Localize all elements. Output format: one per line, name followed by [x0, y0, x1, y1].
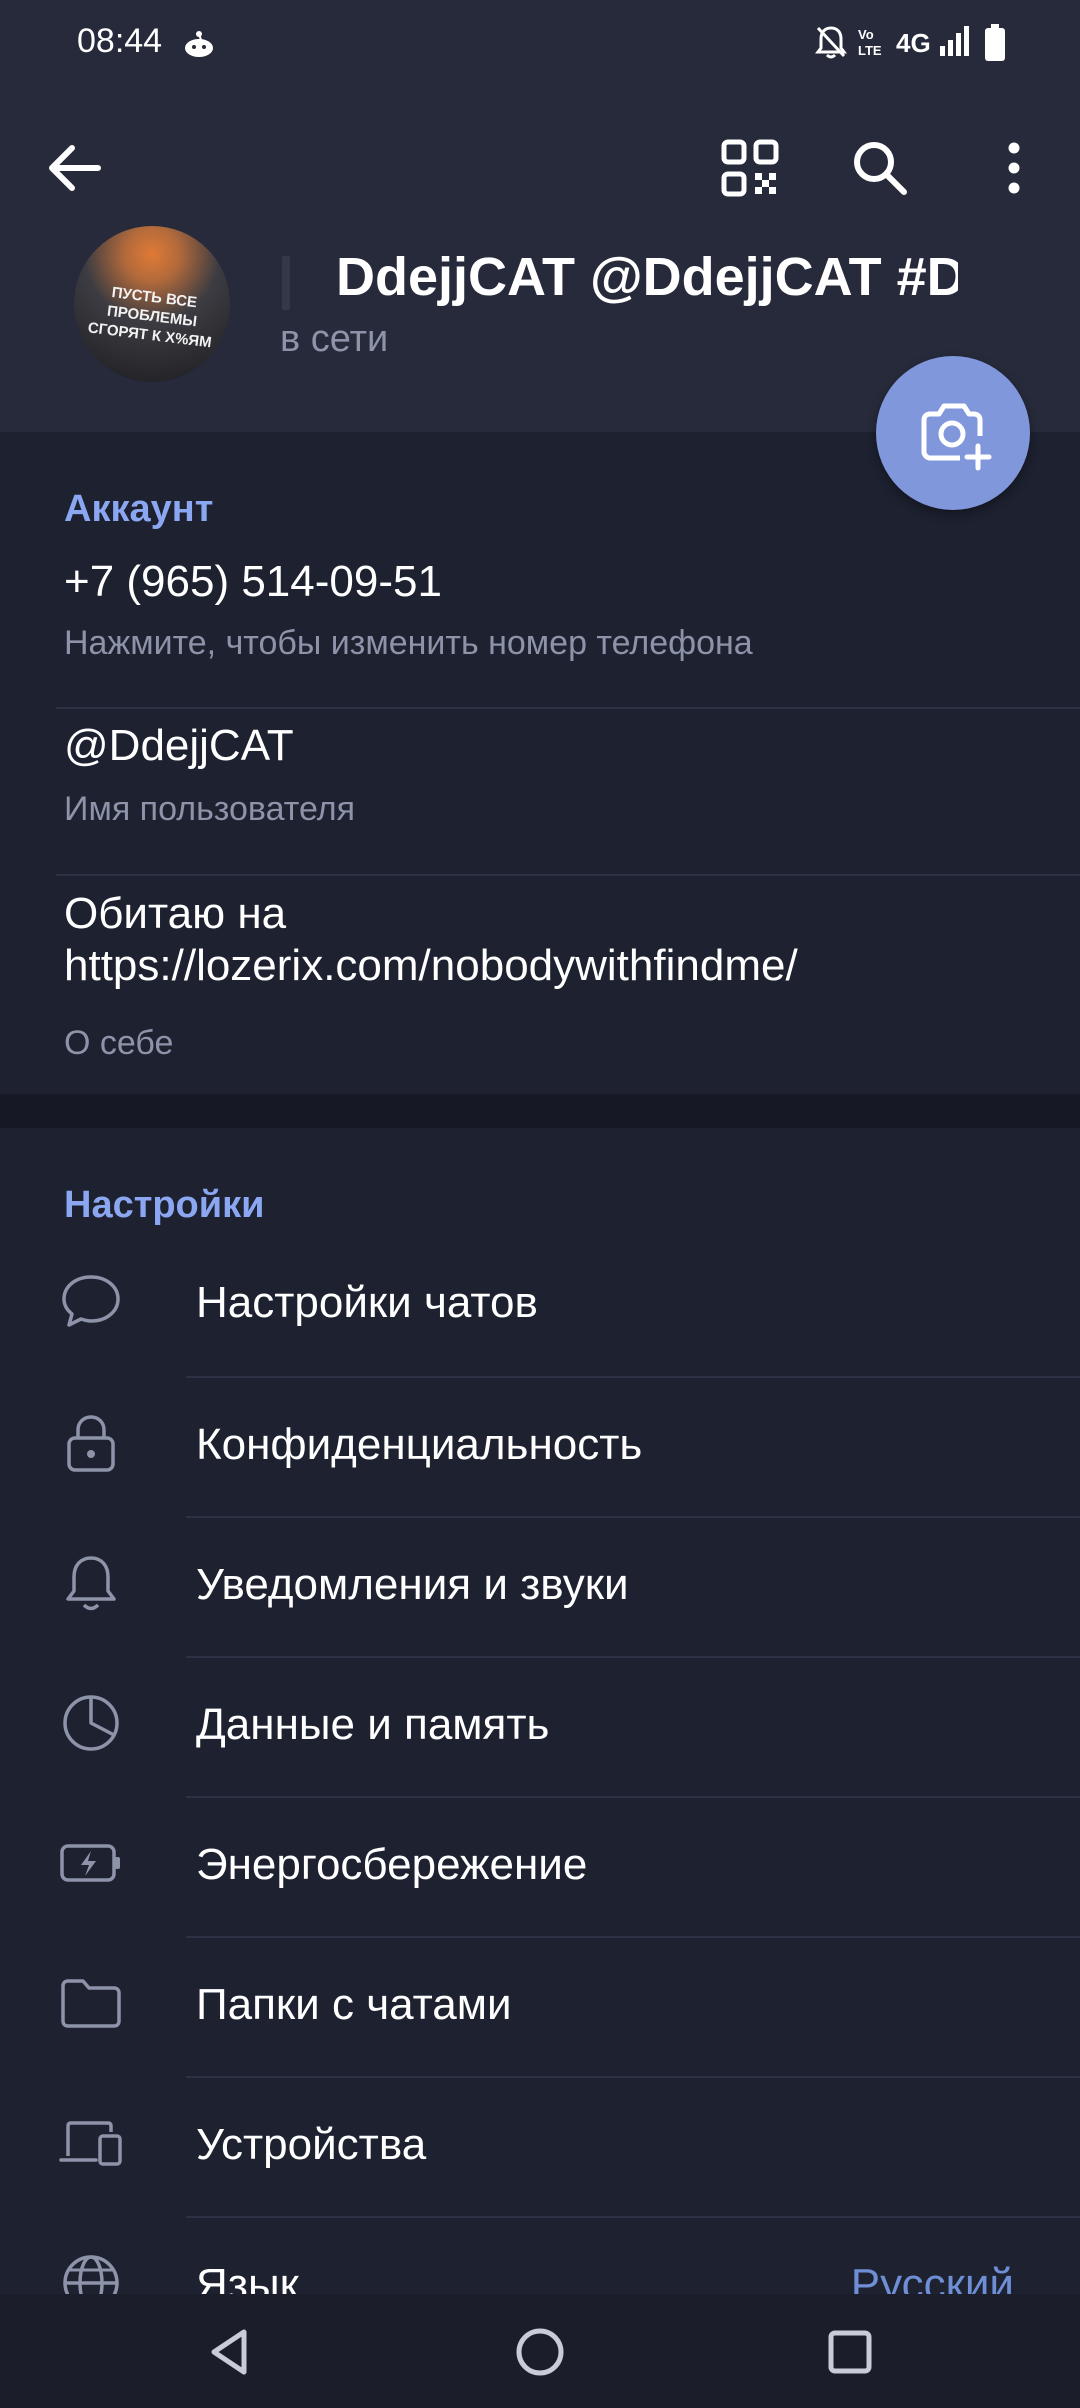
circle-home-icon: [516, 2328, 564, 2376]
section-separator: [0, 1094, 1080, 1128]
status-time: 08:44: [77, 22, 163, 60]
settings-item-devices[interactable]: Устройства: [0, 2078, 1080, 2216]
volte-icon: Vo LTE: [856, 26, 888, 58]
bio-text: Обитаю на https://lozerix.com/nobodywith…: [64, 889, 798, 990]
settings-item-label: Устройства: [196, 2120, 427, 2169]
back-button[interactable]: [36, 128, 116, 208]
avatar-caption: ПУСТЬ ВСЕ ПРОБЛЕМЫ СГОРЯТ К Х%ЯМ: [86, 283, 213, 352]
qr-code-button[interactable]: [710, 128, 790, 208]
settings-item-label: Язык: [196, 2260, 299, 2294]
lock-icon: [58, 1410, 124, 1476]
status-bar: 08:44 Vo LTE 4G: [0, 0, 1080, 90]
search-button[interactable]: [840, 128, 920, 208]
triangle-back-icon: [211, 2329, 247, 2375]
settings-section: Настройки Настройки чатов Конфиденциальн…: [0, 1128, 1080, 2294]
name-decoration: [282, 256, 290, 310]
settings-screen: 08:44 Vo LTE 4G ПУСТЬ ВСЕ ПРОБЛЕМЫ СГОРЯ…: [0, 0, 1080, 2408]
devices-icon: [58, 2110, 124, 2176]
profile-name[interactable]: DdejjCAT @DdejjCAT #Dd: [336, 246, 958, 308]
profile-status: в сети: [280, 318, 389, 360]
globe-icon: [58, 2250, 124, 2294]
username: @DdejjCAT: [64, 721, 294, 770]
qr-code-icon: [721, 139, 779, 197]
square-recents-icon: [828, 2330, 872, 2374]
settings-item-privacy[interactable]: Конфиденциальность: [0, 1378, 1080, 1516]
avatar[interactable]: ПУСТЬ ВСЕ ПРОБЛЕМЫ СГОРЯТ К Х%ЯМ: [74, 226, 230, 382]
username-hint: Имя пользователя: [64, 790, 355, 828]
bio-hint: О себе: [64, 1024, 174, 1062]
more-vertical-icon: [1008, 142, 1020, 194]
nav-back-button[interactable]: [200, 2322, 260, 2382]
phone-hint: Нажмите, чтобы изменить номер телефона: [64, 624, 753, 662]
divider: [56, 874, 1080, 876]
pie-chart-icon: [58, 1690, 124, 1756]
language-value: Русский: [850, 2260, 1014, 2294]
camera-add-icon: [921, 403, 992, 471]
settings-item-label: Настройки чатов: [196, 1278, 538, 1327]
account-section-title: Аккаунт: [64, 488, 214, 530]
bell-icon: [58, 1550, 124, 1616]
folder-icon: [58, 1970, 124, 2036]
account-section: Аккаунт +7 (965) 514-09-51 Нажмите, чтоб…: [0, 432, 1080, 1094]
search-icon: [854, 142, 907, 195]
set-photo-button[interactable]: [876, 356, 1030, 510]
signal-icon: [938, 24, 972, 58]
settings-section-title: Настройки: [64, 1184, 265, 1226]
svg-text:LTE: LTE: [858, 43, 882, 58]
settings-item-label: Данные и память: [196, 1700, 550, 1749]
settings-item-data-storage[interactable]: Данные и память: [0, 1658, 1080, 1796]
chat-bubble-icon: [58, 1268, 124, 1334]
settings-item-label: Папки с чатами: [196, 1980, 512, 2029]
more-menu-button[interactable]: [974, 128, 1054, 208]
nav-recents-button[interactable]: [820, 2322, 880, 2382]
phone-number: +7 (965) 514-09-51: [64, 557, 442, 606]
username-row[interactable]: @DdejjCAT Имя пользователя: [0, 710, 1080, 876]
settings-item-notifications[interactable]: Уведомления и звуки: [0, 1518, 1080, 1656]
settings-item-language[interactable]: Язык Русский: [0, 2218, 1080, 2294]
bio-row[interactable]: Обитаю на https://lozerix.com/nobodywith…: [0, 878, 1080, 1094]
settings-item-chats[interactable]: Настройки чатов: [0, 1236, 1080, 1374]
battery-status-icon: [984, 24, 1006, 62]
system-nav-bar: [0, 2294, 1080, 2408]
network-type: 4G: [896, 28, 931, 58]
phone-row[interactable]: +7 (965) 514-09-51 Нажмите, чтобы измени…: [0, 550, 1080, 708]
settings-item-power-saving[interactable]: Энергосбережение: [0, 1798, 1080, 1936]
settings-item-label: Конфиденциальность: [196, 1420, 643, 1469]
arrow-left-icon: [49, 145, 101, 191]
notification-app-icon: [181, 26, 217, 62]
battery-icon: [58, 1830, 124, 1896]
mute-bell-icon: [814, 24, 848, 60]
nav-home-button[interactable]: [510, 2322, 570, 2382]
settings-item-label: Уведомления и звуки: [196, 1560, 629, 1609]
svg-text:Vo: Vo: [858, 27, 874, 42]
settings-item-folders[interactable]: Папки с чатами: [0, 1938, 1080, 2076]
settings-item-label: Энергосбережение: [196, 1840, 588, 1889]
divider: [56, 707, 1080, 709]
